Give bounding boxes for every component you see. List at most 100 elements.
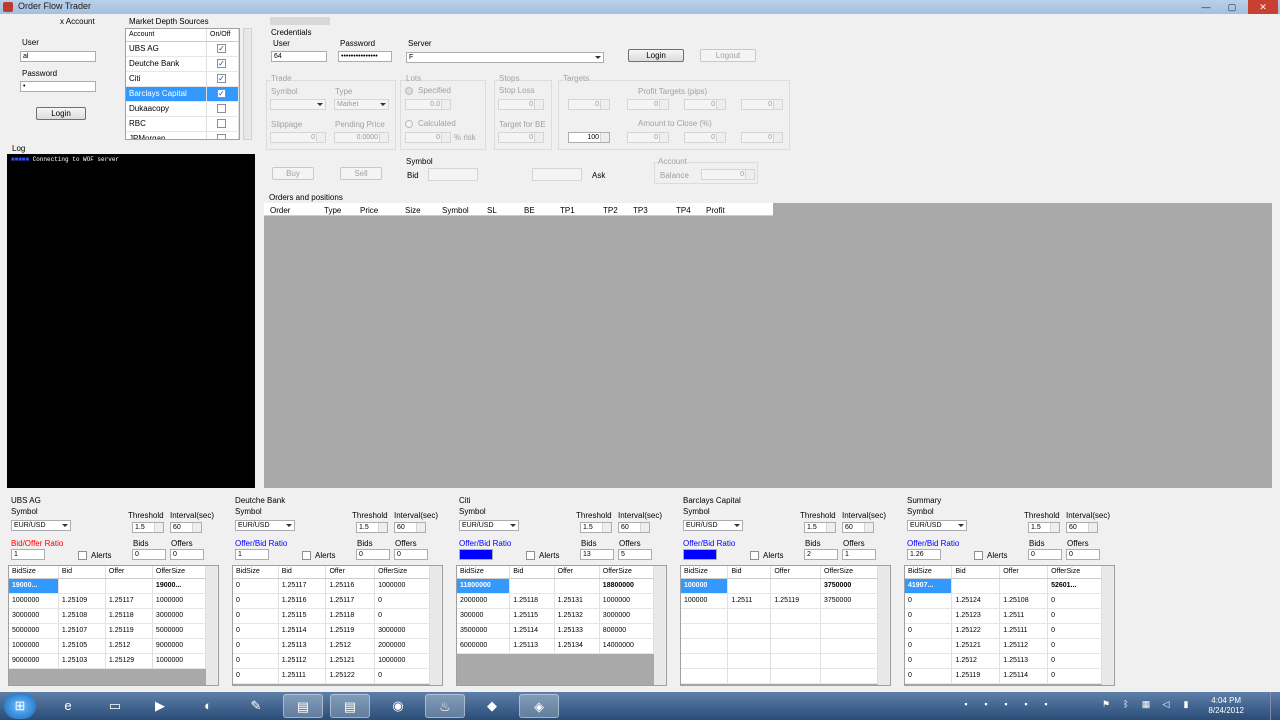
minimize-button[interactable]: — [1194,0,1218,14]
tray-icon-2[interactable]: ▪ [980,698,992,710]
depth-grid[interactable]: BidSize Bid Offer OfferSize 19000... 19000..… [8,565,219,686]
source-checkbox[interactable]: ✓ [217,43,226,53]
calculated-radio[interactable] [405,120,413,128]
maximize-button[interactable]: ▢ [1220,0,1244,14]
tray-icon-4[interactable]: ▪ [1020,698,1032,710]
panel-symbol-select[interactable]: EUR/USD [683,520,743,531]
depth-row[interactable]: 0 1.25124 1.25108 0 [905,593,1102,609]
source-row[interactable]: Dukaacopy [126,101,239,117]
chrome-icon[interactable]: ◉ [378,694,418,718]
bluetooth-icon[interactable]: ᛒ [1120,698,1132,710]
cred-password-input[interactable]: ••••••••••••••• [338,51,392,62]
tray-icon-1[interactable]: ▪ [960,698,972,710]
profit-target-total[interactable]: 0 [568,99,610,110]
source-checkbox[interactable]: ✓ [217,58,226,68]
pending-price-spinner[interactable]: 0.0000 [334,132,389,143]
depth-row[interactable]: 300000 1.25115 1.25132 3000000 [457,608,655,624]
cred-logout-button[interactable]: Logout [700,49,756,62]
interval-spinner[interactable]: 60 [394,522,426,533]
depth-row[interactable]: 0 1.25113 1.2512 2000000 [233,638,430,654]
depth-scrollbar[interactable] [878,566,890,685]
depth-scrollbar[interactable] [1102,566,1114,685]
interval-spinner[interactable]: 60 [170,522,202,533]
specified-spinner[interactable]: 0.0 [405,99,451,110]
amount-close-1[interactable]: 0 [627,132,669,143]
trade-type-select[interactable]: Market [334,99,389,110]
depth-row[interactable]: 1000000 1.25109 1.25117 1000000 [9,593,207,609]
depth-scrollbar[interactable] [206,566,218,685]
depth-row[interactable] [681,623,879,639]
depth-row[interactable] [681,638,879,654]
depth-row[interactable] [681,608,879,624]
source-row[interactable]: JPMorgan [126,131,239,139]
alerts-checkbox[interactable] [526,551,535,560]
specified-radio[interactable] [405,87,413,95]
depth-row[interactable]: 0 1.25121 1.25112 0 [905,638,1102,654]
app-tool-icon[interactable]: ✎ [236,694,276,718]
depth-row[interactable] [681,653,879,669]
profit-target-3[interactable]: 0 [741,99,783,110]
alerts-checkbox[interactable] [974,551,983,560]
source-row[interactable]: UBS AG ✓ [126,41,239,57]
source-row[interactable]: RBC [126,116,239,132]
depth-row[interactable]: 100000 1.2511 1.25119 3750000 [681,593,879,609]
depth-row[interactable]: 1000000 1.25105 1.2512 9000000 [9,638,207,654]
depth-row[interactable]: 0 1.25111 1.25122 0 [233,668,430,684]
source-checkbox[interactable] [217,118,226,128]
order-flow-task[interactable]: ◈ [519,694,559,718]
cred-user-input[interactable]: 64 [271,51,327,62]
depth-grid[interactable]: BidSize Bid Offer OfferSize 0 1.25117 1.25116… [232,565,443,686]
panel-symbol-select[interactable]: EUR/USD [235,520,295,531]
amount-close-total[interactable]: 100 [568,132,610,143]
source-row[interactable]: Citi ✓ [126,71,239,87]
close-button[interactable]: ✕ [1248,0,1278,14]
depth-row[interactable]: 0 1.25117 1.25116 1000000 [233,578,430,594]
source-row[interactable]: Deutche Bank ✓ [126,56,239,72]
calculated-spinner[interactable]: 0 [405,132,451,143]
amount-close-2[interactable]: 0 [684,132,726,143]
depth-row[interactable]: 9000000 1.25103 1.25129 1000000 [9,653,207,669]
threshold-spinner[interactable]: 1.5 [580,522,612,533]
alerts-checkbox[interactable] [302,551,311,560]
tray-icon-3[interactable]: ▪ [1000,698,1012,710]
panel-symbol-select[interactable]: EUR/USD [11,520,71,531]
account-user-input[interactable]: al [20,51,96,62]
cred-login-button[interactable]: Login [628,49,684,62]
threshold-spinner[interactable]: 1.5 [132,522,164,533]
source-checkbox[interactable] [217,103,226,113]
source-checkbox[interactable]: ✓ [217,73,226,83]
network-icon[interactable]: ▦ [1140,698,1152,710]
interval-spinner[interactable]: 60 [1066,522,1098,533]
depth-row[interactable]: 0 1.25123 1.2511 0 [905,608,1102,624]
depth-row[interactable]: 5000000 1.25107 1.25119 5000000 [9,623,207,639]
window-task-1[interactable]: ▤ [283,694,323,718]
account-password-input[interactable]: • [20,81,96,92]
profit-target-1[interactable]: 0 [627,99,669,110]
alerts-checkbox[interactable] [78,551,87,560]
account-login-button[interactable]: Login [36,107,86,120]
depth-row[interactable]: 11800000 18800000 [457,578,655,594]
alerts-checkbox[interactable] [750,551,759,560]
depth-row[interactable]: 0 1.25112 1.25121 1000000 [233,653,430,669]
source-row[interactable]: Barclays Capital ✓ [126,86,239,102]
media-player-icon[interactable]: ▶ [140,694,180,718]
depth-row[interactable]: 0 1.25119 1.25114 0 [905,668,1102,684]
panel-symbol-select[interactable]: EUR/USD [459,520,519,531]
profit-target-2[interactable]: 0 [684,99,726,110]
depth-row[interactable]: 3500000 1.25114 1.25133 800000 [457,623,655,639]
sources-scrollbar[interactable] [243,28,252,140]
sell-button[interactable]: Sell [340,167,382,180]
app-dark-icon[interactable]: ◆ [472,694,512,718]
slippage-spinner[interactable]: 0 [270,132,326,143]
depth-row[interactable]: 2000000 1.25118 1.25131 1000000 [457,593,655,609]
flag-icon[interactable]: ⚑ [1100,698,1112,710]
threshold-spinner[interactable]: 1.5 [1028,522,1060,533]
power-icon[interactable]: ▮ [1180,698,1192,710]
depth-row[interactable]: 41907... 52601... [905,578,1102,594]
orders-grid[interactable] [264,203,1272,488]
source-checkbox[interactable]: ✓ [217,88,226,98]
depth-row[interactable] [681,668,879,684]
interval-spinner[interactable]: 60 [618,522,650,533]
interval-spinner[interactable]: 60 [842,522,874,533]
clock[interactable]: 4:04 PM 8/24/2012 [1208,696,1244,716]
